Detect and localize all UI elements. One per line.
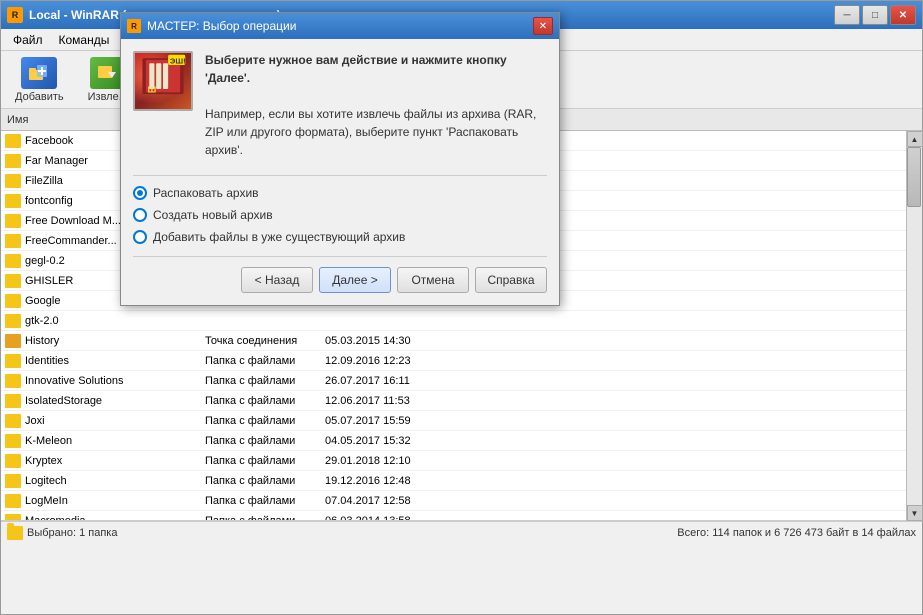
radio-option-extract[interactable]: Распаковать архив	[133, 186, 547, 200]
dialog-title-bar: R МАСТЕР: Выбор операции ✕	[121, 13, 559, 39]
cancel-button[interactable]: Отмена	[397, 267, 469, 293]
dialog-text-area: Выберите нужное вам действие и нажмите к…	[205, 51, 547, 159]
dialog-logo-svg: Ш ЭШ!	[139, 51, 187, 105]
svg-text:ЭШ!: ЭШ!	[170, 56, 186, 65]
dialog-separator	[133, 175, 547, 176]
back-button[interactable]: < Назад	[241, 267, 313, 293]
radio-extract-label: Распаковать архив	[153, 186, 259, 200]
radio-create-circle[interactable]	[133, 208, 147, 222]
dialog-logo-inner: Ш ЭШ!	[135, 53, 191, 109]
next-button[interactable]: Далее >	[319, 267, 391, 293]
dialog-content: Ш ЭШ! Выберите нужное вам действие и наж…	[121, 39, 559, 305]
help-button[interactable]: Справка	[475, 267, 547, 293]
dialog-main-text: Выберите нужное вам действие и нажмите к…	[205, 51, 547, 159]
radio-option-add[interactable]: Добавить файлы в уже существующий архив	[133, 230, 547, 244]
dialog-footer: < Назад Далее > Отмена Справка	[133, 256, 547, 293]
dialog-title-icon: R	[127, 19, 141, 33]
dialog-options: Распаковать архив Создать новый архив До…	[133, 186, 547, 244]
radio-add-label: Добавить файлы в уже существующий архив	[153, 230, 405, 244]
svg-text:Ш: Ш	[148, 84, 157, 94]
radio-option-create[interactable]: Создать новый архив	[133, 208, 547, 222]
dialog-header-section: Ш ЭШ! Выберите нужное вам действие и наж…	[133, 51, 547, 159]
radio-add-circle[interactable]	[133, 230, 147, 244]
wizard-dialog: R МАСТЕР: Выбор операции ✕	[120, 12, 560, 306]
dialog-close-button[interactable]: ✕	[533, 17, 553, 35]
dialog-title-text: МАСТЕР: Выбор операции	[147, 19, 533, 33]
radio-extract-circle[interactable]	[133, 186, 147, 200]
radio-create-label: Создать новый архив	[153, 208, 273, 222]
dialog-overlay: R МАСТЕР: Выбор операции ✕	[0, 0, 923, 615]
dialog-logo: Ш ЭШ!	[133, 51, 193, 111]
